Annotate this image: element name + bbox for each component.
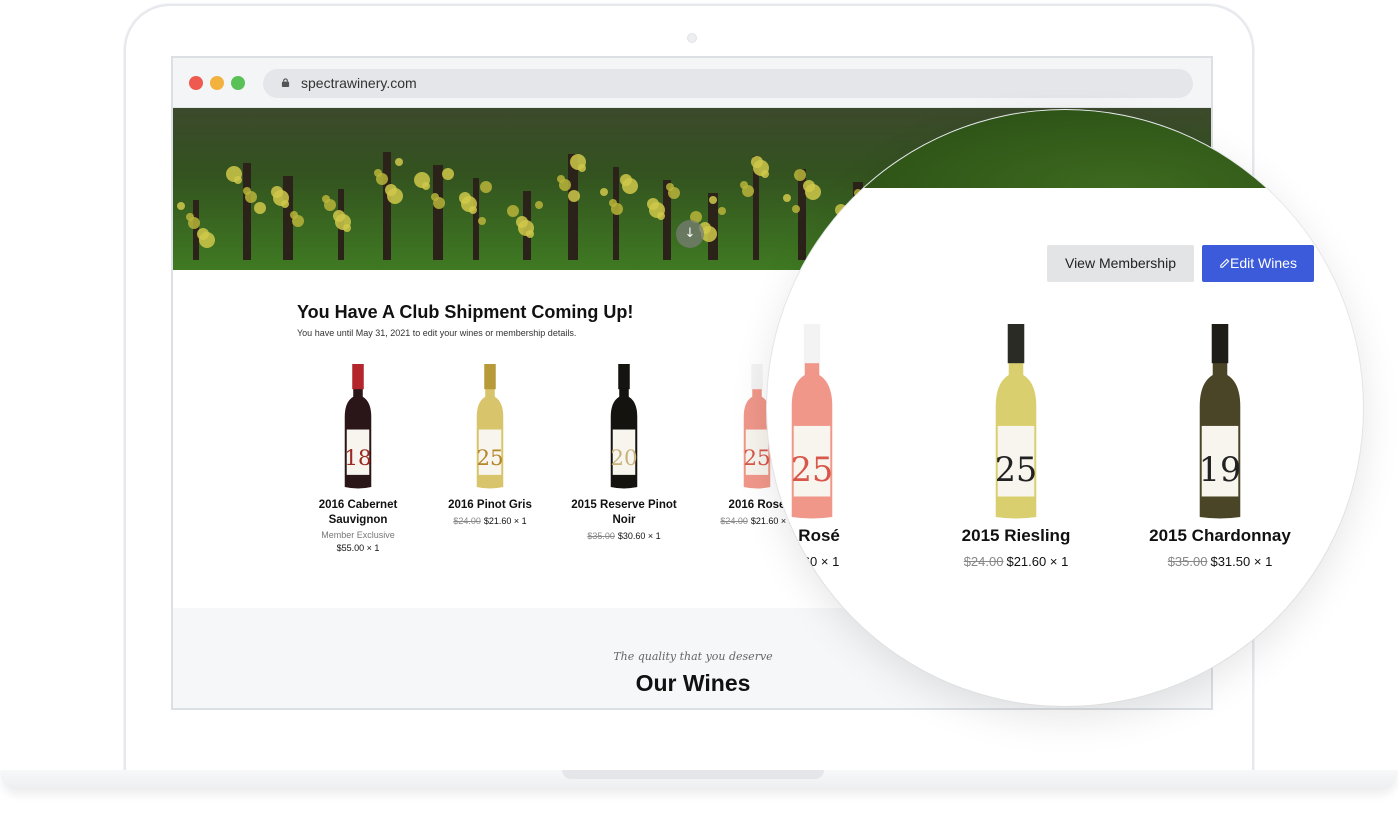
lock-icon bbox=[281, 78, 290, 87]
svg-text:25: 25 bbox=[791, 450, 833, 489]
wine-bottle-image: 18 bbox=[293, 358, 423, 490]
original-price: $24.00 bbox=[963, 554, 1004, 569]
product-price: $35.00 $31.50 × 1 bbox=[1130, 554, 1310, 569]
product-name: 6 Rosé bbox=[784, 526, 840, 545]
product-price: $24.00 $21.60 × 1 bbox=[425, 516, 555, 526]
edit-wines-button[interactable]: Edit Wines bbox=[1202, 245, 1314, 282]
svg-text:18: 18 bbox=[344, 446, 371, 471]
product-name: 2015 Riesling bbox=[961, 526, 1071, 545]
sale-price: $21.60 bbox=[1006, 554, 1047, 569]
wine-bottle-image: 25 bbox=[425, 358, 555, 490]
quantity: × 1 bbox=[513, 516, 527, 526]
product-price: $55.00 × 1 bbox=[293, 543, 423, 553]
arrow-down-icon: ↓ bbox=[684, 226, 696, 241]
wine-bottle-image: 25 bbox=[926, 322, 1106, 520]
close-window-button[interactable] bbox=[189, 76, 203, 90]
shipment-product-card[interactable]: 20 2015 Reserve Pinot Noir $35.00 $30.60 … bbox=[559, 358, 689, 541]
view-membership-button[interactable]: View Membership bbox=[1047, 245, 1194, 282]
svg-text:25: 25 bbox=[476, 446, 503, 471]
laptop-notch bbox=[562, 770, 824, 779]
zoom-window-button[interactable] bbox=[231, 76, 245, 90]
wine-bottle-image: 19 bbox=[1130, 322, 1310, 520]
original-price: $35.00 bbox=[1167, 554, 1208, 569]
svg-text:19: 19 bbox=[1199, 450, 1241, 489]
product-name: 2015 Chardonnay bbox=[1149, 526, 1291, 545]
original-price: $24.00 bbox=[720, 516, 748, 526]
quantity: × 1 bbox=[647, 531, 661, 541]
quantity: × 1 bbox=[366, 543, 380, 553]
original-price: $24.00 bbox=[453, 516, 481, 526]
sale-price: $55.00 bbox=[336, 543, 365, 553]
product-note: Member Exclusive bbox=[321, 530, 395, 540]
product-price: 21.60 × 1 bbox=[767, 554, 902, 569]
minimize-window-button[interactable] bbox=[210, 76, 224, 90]
zoomed-product-card[interactable]: 19 2015 Chardonnay $35.00 $31.50 × 1 bbox=[1130, 322, 1310, 569]
zoomed-product-card[interactable]: 25 2015 Riesling $24.00 $21.60 × 1 bbox=[926, 322, 1106, 569]
marketing-mockup: spectrawinery.com ↓ You Have A Club Ship… bbox=[0, 0, 1398, 836]
quantity: × 1 bbox=[1049, 554, 1069, 569]
url-text: spectrawinery.com bbox=[301, 75, 417, 91]
svg-text:25: 25 bbox=[995, 450, 1037, 489]
product-price: $24.00 $21.60 × 1 bbox=[926, 554, 1106, 569]
zoom-magnifier: View Membership Edit Wines 25 6 Rosé 21.… bbox=[767, 110, 1363, 706]
zoomed-product-card[interactable]: 25 6 Rosé 21.60 × 1 bbox=[767, 322, 902, 569]
sale-price: $30.60 bbox=[617, 531, 646, 541]
shipment-deadline: You have until May 31, 2021 to edit your… bbox=[297, 328, 577, 338]
shipment-title: You Have A Club Shipment Coming Up! bbox=[297, 302, 634, 322]
wine-bottle-image: 20 bbox=[559, 358, 689, 490]
sale-price: 21.60 bbox=[784, 554, 818, 569]
original-price: $35.00 bbox=[587, 531, 615, 541]
svg-text:20: 20 bbox=[610, 446, 637, 471]
zoomed-hero-image bbox=[767, 110, 1363, 188]
scroll-down-button[interactable]: ↓ bbox=[676, 220, 704, 248]
product-name: 2016 Pinot Gris bbox=[448, 499, 532, 511]
webcam bbox=[687, 33, 697, 43]
product-name: 2015 Reserve Pinot Noir bbox=[571, 499, 677, 526]
product-price: $35.00 $30.60 × 1 bbox=[559, 531, 689, 541]
quantity: × 1 bbox=[1253, 554, 1273, 569]
quantity: × 1 bbox=[820, 554, 840, 569]
browser-toolbar: spectrawinery.com bbox=[173, 58, 1211, 108]
shipment-product-card[interactable]: 18 2016 Cabernet Sauvignon Member Exclus… bbox=[293, 358, 423, 553]
sale-price: $31.50 bbox=[1210, 554, 1251, 569]
wine-bottle-image: 25 bbox=[767, 322, 902, 520]
product-name: 2016 Cabernet Sauvignon bbox=[318, 499, 398, 526]
pencil-icon bbox=[1220, 258, 1230, 268]
address-bar[interactable]: spectrawinery.com bbox=[263, 69, 1193, 98]
edit-wines-label: Edit Wines bbox=[1230, 255, 1297, 271]
sale-price: $21.60 bbox=[483, 516, 512, 526]
shipment-product-card[interactable]: 25 2016 Pinot Gris $24.00 $21.60 × 1 bbox=[425, 358, 555, 526]
